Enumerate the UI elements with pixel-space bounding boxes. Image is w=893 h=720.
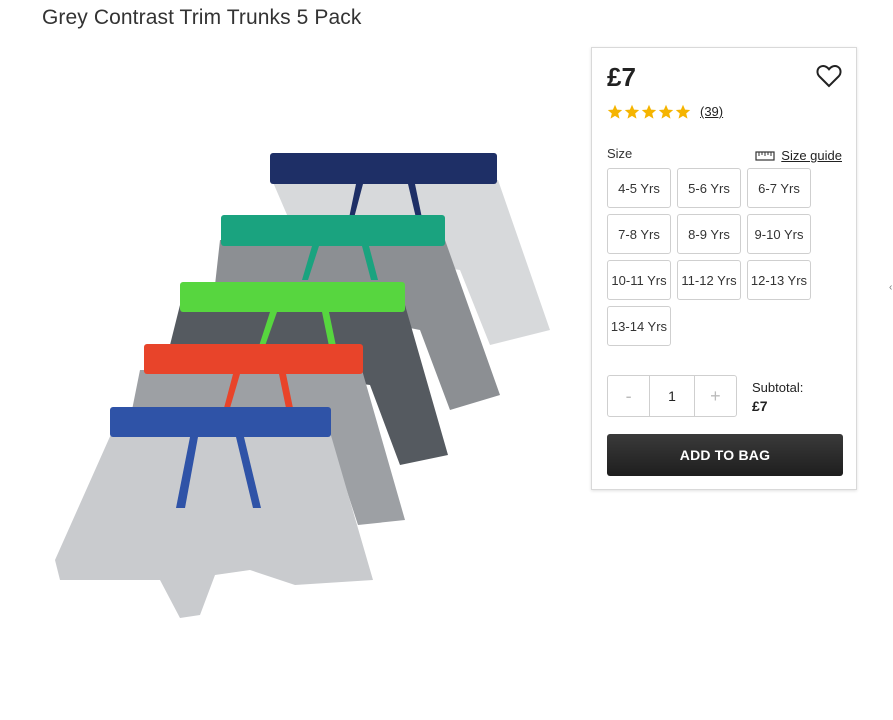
quantity-decrease-button[interactable]: -: [608, 376, 649, 416]
size-option[interactable]: 4-5 Yrs: [607, 168, 671, 208]
purchase-panel: £7 (39) Size Size guide 4-5 Yrs 5-6 Yrs …: [591, 47, 857, 490]
size-label: Size: [607, 146, 633, 161]
size-option[interactable]: 11-12 Yrs: [677, 260, 741, 300]
quantity-increase-button[interactable]: +: [695, 376, 736, 416]
size-guide-link[interactable]: Size guide: [755, 148, 842, 163]
subtotal-value: £7: [752, 398, 768, 414]
star-icon: [607, 104, 623, 119]
size-option[interactable]: 13-14 Yrs: [607, 306, 671, 346]
size-guide-label: Size guide: [781, 148, 842, 163]
size-option[interactable]: 7-8 Yrs: [607, 214, 671, 254]
price: £7: [607, 62, 636, 92]
size-option[interactable]: 12-13 Yrs: [747, 260, 811, 300]
size-option[interactable]: 6-7 Yrs: [747, 168, 811, 208]
star-icon: [675, 104, 691, 119]
star-icon: [624, 104, 640, 119]
star-icon: [658, 104, 674, 119]
size-option[interactable]: 8-9 Yrs: [677, 214, 741, 254]
add-to-bag-button[interactable]: ADD TO BAG: [607, 434, 843, 476]
product-image: [55, 153, 550, 618]
reviews-link[interactable]: (39): [700, 104, 723, 119]
size-option[interactable]: 9-10 Yrs: [747, 214, 811, 254]
rating-stars: [607, 104, 691, 120]
edge-marker: ‹: [889, 282, 893, 293]
ruler-icon: [755, 150, 775, 161]
heart-icon[interactable]: [816, 64, 842, 88]
star-icon: [641, 104, 657, 119]
subtotal-label: Subtotal:: [752, 380, 804, 395]
quantity-stepper: - 1 +: [607, 375, 737, 417]
size-option[interactable]: 10-11 Yrs: [607, 260, 671, 300]
product-title: Grey Contrast Trim Trunks 5 Pack: [42, 6, 362, 29]
size-option[interactable]: 5-6 Yrs: [677, 168, 741, 208]
quantity-value[interactable]: 1: [649, 376, 695, 416]
